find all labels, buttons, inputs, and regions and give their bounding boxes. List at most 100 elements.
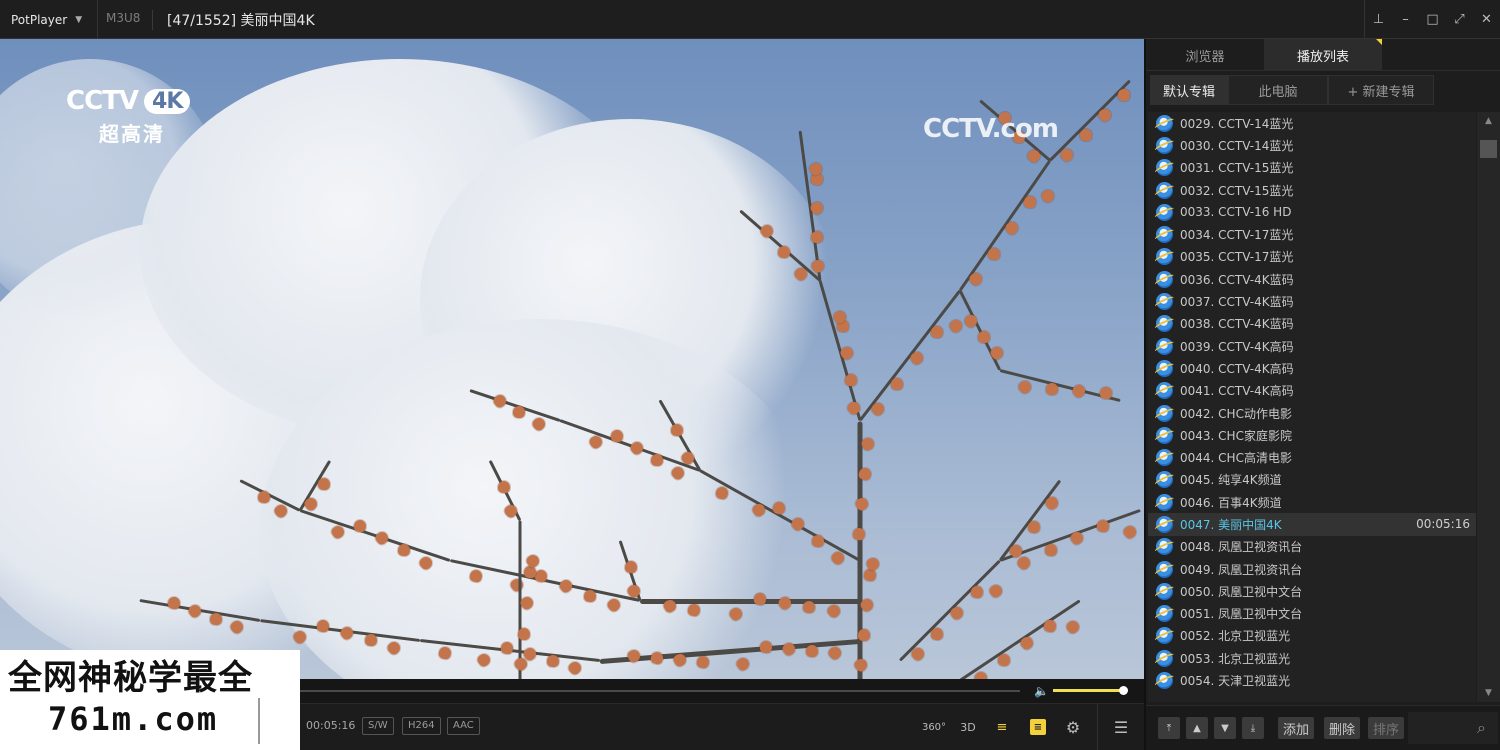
scroll-down-icon[interactable]: ▼ xyxy=(1477,684,1500,702)
list-item-label: 0046. 百事4K频道 xyxy=(1180,495,1282,510)
pin-icon[interactable]: ⊥ xyxy=(1365,0,1392,39)
sort-button[interactable]: 排序 xyxy=(1368,717,1405,739)
list-item[interactable]: 0044. CHC高清电影 xyxy=(1148,446,1476,468)
stream-icon xyxy=(1156,672,1173,690)
list-item[interactable]: 0042. CHC动作电影 xyxy=(1148,402,1476,424)
seek-track[interactable] xyxy=(300,690,1020,692)
list-item-label: 0029. CCTV-14蓝光 xyxy=(1180,116,1294,131)
list-item[interactable]: 0053. 北京卫视蓝光 xyxy=(1148,647,1476,669)
divider xyxy=(258,698,260,744)
blossom xyxy=(805,644,819,658)
playlist-search[interactable]: ⌕ xyxy=(1408,712,1498,744)
volume-icon[interactable]: 🔈 xyxy=(1034,684,1049,698)
blossom xyxy=(988,344,1006,362)
video-codec-tag[interactable]: H264 xyxy=(402,717,441,735)
subtitle-search-icon[interactable]: ≡ xyxy=(990,714,1014,740)
video-area[interactable]: CCTV 4K 超高清 CCTV.com xyxy=(0,39,1144,679)
blossom xyxy=(930,627,944,641)
panel-tabs: 浏览器 播放列表 xyxy=(1146,39,1500,71)
list-item[interactable]: 0032. CCTV-15蓝光 xyxy=(1148,179,1476,201)
delete-button[interactable]: 删除 xyxy=(1324,717,1361,739)
list-item[interactable]: 0049. 凤凰卫视资讯台 xyxy=(1148,558,1476,580)
audio-codec-tag[interactable]: AAC xyxy=(447,717,480,735)
move-down-icon[interactable]: ▼ xyxy=(1214,717,1236,739)
add-button[interactable]: 添加 xyxy=(1278,717,1315,739)
list-item[interactable]: 0047. 美丽中国4K 00:05:16 xyxy=(1148,513,1476,536)
list-item[interactable]: 0043. CHC家庭影院 xyxy=(1148,424,1476,446)
blossom xyxy=(825,602,842,620)
list-item[interactable]: 0038. CCTV-4K蓝码 xyxy=(1148,313,1476,335)
subtitle-icon[interactable]: ≡ xyxy=(1028,714,1048,740)
maximize-icon[interactable]: □ xyxy=(1419,0,1446,39)
stream-icon xyxy=(1156,560,1173,578)
list-item-label: 0035. CCTV-17蓝光 xyxy=(1180,250,1294,265)
tab-playlist[interactable]: 播放列表 xyxy=(1264,39,1382,71)
search-icon[interactable]: ⌕ xyxy=(1477,718,1486,738)
blossom xyxy=(844,373,858,387)
divider xyxy=(152,10,153,30)
blossom xyxy=(852,656,870,674)
list-item-label: 0032. CCTV-15蓝光 xyxy=(1180,183,1294,198)
list-item[interactable]: 0050. 凤凰卫视中文台 xyxy=(1148,580,1476,602)
list-item[interactable]: 0034. CCTV-17蓝光 xyxy=(1148,223,1476,245)
close-icon[interactable]: ✕ xyxy=(1473,0,1500,39)
stream-icon xyxy=(1156,203,1173,221)
window-controls: ⊥ – □ ⤢ ✕ xyxy=(1364,0,1500,39)
decoder-tag[interactable]: S/W xyxy=(362,717,394,735)
stream-icon xyxy=(1156,426,1173,444)
stream-icon xyxy=(1156,627,1173,645)
list-item[interactable]: 0030. CCTV-14蓝光 xyxy=(1148,134,1476,156)
logo-text: CCTV xyxy=(66,86,139,116)
tab-this-pc[interactable]: 此电脑 xyxy=(1228,75,1328,105)
blossom xyxy=(546,654,559,668)
scroll-thumb[interactable] xyxy=(1480,140,1497,158)
minimize-icon[interactable]: – xyxy=(1392,0,1419,39)
volume-slider[interactable] xyxy=(1053,686,1129,695)
list-item[interactable]: 0031. CCTV-15蓝光 xyxy=(1148,157,1476,179)
list-item-label: 0039. CCTV-4K高码 xyxy=(1180,339,1294,354)
settings-icon[interactable]: ⚙ xyxy=(1062,714,1084,740)
vr-360-icon[interactable]: 360° xyxy=(922,714,946,740)
stream-icon xyxy=(1156,293,1173,311)
list-item[interactable]: 0052. 北京卫视蓝光 xyxy=(1148,625,1476,647)
list-item-label: 0036. CCTV-4K蓝码 xyxy=(1180,272,1294,287)
divider xyxy=(1097,704,1098,750)
move-top-icon[interactable]: ⤒ xyxy=(1158,717,1180,739)
list-item[interactable]: 0037. CCTV-4K蓝码 xyxy=(1148,290,1476,312)
fullscreen-icon[interactable]: ⤢ xyxy=(1446,0,1473,39)
playlist-scrollbar[interactable]: ▲ ▼ xyxy=(1477,112,1500,702)
list-item[interactable]: 0033. CCTV-16 HD xyxy=(1148,201,1476,223)
volume-knob[interactable] xyxy=(1119,686,1129,695)
list-item[interactable]: 0046. 百事4K频道 xyxy=(1148,491,1476,513)
blossom xyxy=(929,325,944,340)
stream-icon xyxy=(1156,404,1173,422)
stream-icon xyxy=(1156,605,1173,623)
list-item[interactable]: 0051. 凤凰卫视中文台 xyxy=(1148,603,1476,625)
blossom xyxy=(851,526,867,542)
list-item-label: 0045. 纯享4K频道 xyxy=(1180,473,1282,488)
list-item[interactable]: 0029. CCTV-14蓝光 xyxy=(1148,112,1476,134)
blossom xyxy=(1044,543,1058,557)
blossom xyxy=(1045,382,1059,396)
branch xyxy=(959,599,1081,679)
list-item[interactable]: 0048. 凤凰卫视资讯台 xyxy=(1148,536,1476,558)
tab-browser[interactable]: 浏览器 xyxy=(1146,39,1264,71)
list-item[interactable]: 0045. 纯享4K频道 xyxy=(1148,469,1476,491)
new-album-button[interactable]: + 新建专辑 xyxy=(1328,75,1434,105)
list-item[interactable]: 0054. 天津卫视蓝光 xyxy=(1148,669,1476,691)
blossom xyxy=(977,330,991,344)
move-up-icon[interactable]: ▲ xyxy=(1186,717,1208,739)
list-item[interactable]: 0039. CCTV-4K高码 xyxy=(1148,335,1476,357)
tab-default-album[interactable]: 默认专辑 xyxy=(1150,75,1228,105)
list-item[interactable]: 0035. CCTV-17蓝光 xyxy=(1148,246,1476,268)
list-item[interactable]: 0036. CCTV-4K蓝码 xyxy=(1148,268,1476,290)
list-item[interactable]: 0041. CCTV-4K高码 xyxy=(1148,380,1476,402)
blossom xyxy=(209,612,223,626)
move-bottom-icon[interactable]: ⤓ xyxy=(1242,717,1264,739)
list-item[interactable]: 0040. CCTV-4K高码 xyxy=(1148,357,1476,379)
blossom xyxy=(777,245,791,259)
menu-icon[interactable]: ☰ xyxy=(1108,714,1134,740)
3d-icon[interactable]: 3D xyxy=(957,714,979,740)
app-menu-button[interactable]: PotPlayer ▼ xyxy=(0,0,98,39)
scroll-up-icon[interactable]: ▲ xyxy=(1477,112,1500,130)
